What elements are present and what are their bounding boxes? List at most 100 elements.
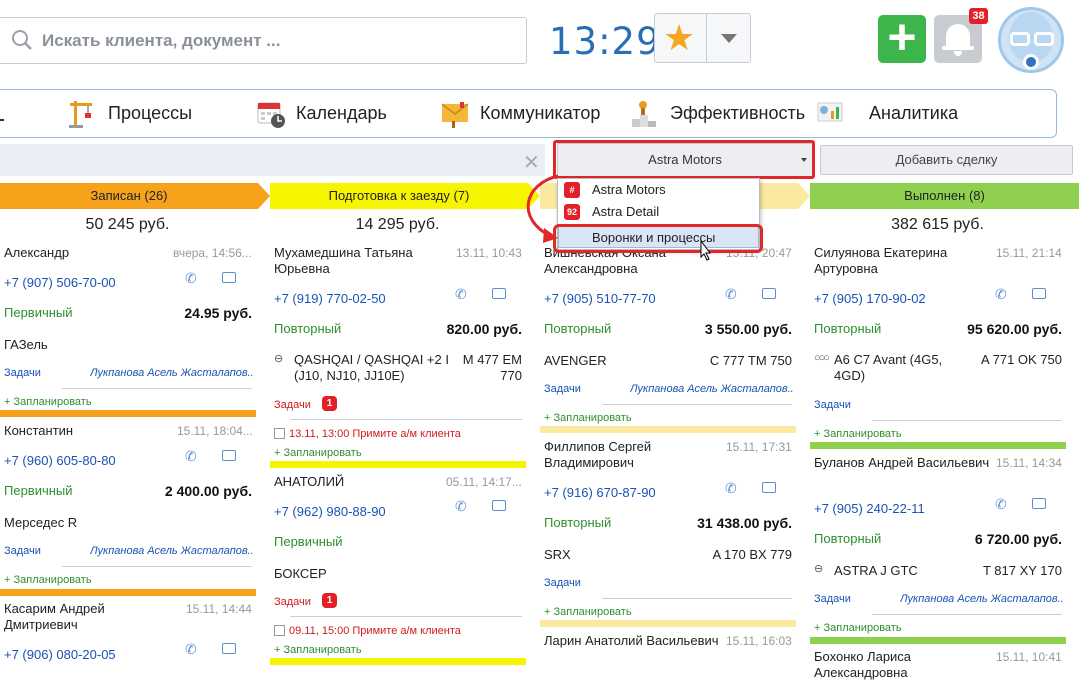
plan-link[interactable]: + Запланировать [274, 644, 362, 656]
tasks-link[interactable]: Задачи [4, 367, 41, 379]
phone-icon[interactable]: ✆ [185, 448, 197, 465]
tasks-link[interactable]: Задачи [544, 383, 581, 395]
nav-item-communicator[interactable]: Коммуникатор [440, 90, 600, 137]
chevron-down-icon[interactable] [721, 34, 737, 43]
stage-header: Выполнен (8) [810, 183, 1079, 209]
divider [602, 404, 792, 405]
deal-time: вчера, 14:56... [173, 246, 252, 260]
plan-link[interactable]: + Запланировать [274, 447, 362, 459]
menu-item-astra-motors[interactable]: # Astra Motors [558, 179, 759, 201]
client-phone[interactable]: +7 (960) 605-80-80 [4, 453, 116, 468]
nav-label: Аналитика [869, 103, 959, 123]
tasks-link[interactable]: Задачи [274, 596, 311, 608]
nav-item-analytics[interactable]: Аналитика [816, 90, 958, 137]
tasks-link[interactable]: Задачи [274, 399, 311, 411]
phone-icon[interactable]: ✆ [725, 480, 737, 497]
client-name[interactable]: Ларин Анатолий Васильевич [544, 633, 724, 649]
message-icon[interactable] [492, 500, 506, 511]
client-name[interactable]: Филлипов Сергей Владимирович [544, 439, 724, 471]
phone-icon[interactable]: ✆ [455, 498, 467, 515]
client-name[interactable]: Силуянова Екатерина Артуровна [814, 245, 994, 277]
client-phone[interactable]: +7 (907) 506-70-00 [4, 275, 116, 290]
message-icon[interactable] [222, 450, 236, 461]
car-model: SRX [544, 547, 571, 562]
envelope-icon [441, 101, 469, 128]
phone-icon[interactable]: ✆ [455, 286, 467, 303]
client-phone[interactable]: +7 (905) 170-90-02 [814, 291, 926, 306]
plan-link[interactable]: + Запланировать [4, 396, 92, 408]
notifications-badge: 38 [969, 8, 988, 24]
add-deal-button[interactable]: Добавить сделку [820, 145, 1073, 175]
nav-label: Эффективность [670, 103, 806, 123]
nav-item-processes[interactable]: Процессы [68, 90, 192, 137]
client-phone[interactable]: +7 (905) 240-22-11 [814, 501, 925, 516]
message-icon[interactable] [1032, 498, 1046, 509]
client-phone[interactable]: +7 (906) 080-20-05 [4, 647, 116, 662]
tasks-link[interactable]: Задачи [544, 577, 581, 589]
crane-icon [69, 100, 92, 128]
message-icon[interactable] [492, 288, 506, 299]
plan-link[interactable]: + Запланировать [4, 574, 92, 586]
task-text[interactable]: 13.11, 13:00 Примите а/м клиента [289, 428, 461, 440]
message-icon[interactable] [1032, 288, 1046, 299]
message-icon[interactable] [762, 482, 776, 493]
favorites-button[interactable]: ★ [654, 13, 751, 63]
message-icon[interactable] [222, 272, 236, 283]
client-name[interactable]: Александр [4, 245, 69, 261]
client-name[interactable]: Константин [4, 423, 73, 439]
stage-header: Записан (26) [0, 183, 258, 209]
client-phone[interactable]: +7 (962) 980-88-90 [274, 504, 386, 519]
add-button[interactable]: + [878, 12, 926, 63]
star-icon: ★ [663, 17, 696, 58]
deal-price: 95 620.00 руб. [967, 321, 1062, 337]
plan-link[interactable]: + Запланировать [814, 428, 902, 440]
plan-link[interactable]: + Запланировать [544, 412, 632, 424]
client-name[interactable]: Буланов Андрей Васильевич [814, 455, 994, 471]
client-phone[interactable]: +7 (919) 770-02-50 [274, 291, 386, 306]
deal-time: 15.11, 14:34 [996, 456, 1062, 470]
menu-item-label: Astra Motors [592, 182, 666, 197]
phone-icon[interactable]: ✆ [185, 641, 197, 658]
responsible[interactable]: Лукпанова Асель Жасталапов... [900, 593, 1063, 605]
plan-link[interactable]: + Запланировать [544, 606, 632, 618]
deal-price: 2 400.00 руб. [164, 483, 252, 499]
phone-icon[interactable]: ✆ [995, 496, 1007, 513]
message-icon[interactable] [762, 288, 776, 299]
plan-link[interactable]: + Запланировать [814, 622, 902, 634]
phone-icon[interactable]: ✆ [185, 270, 197, 287]
search-icon [12, 30, 32, 50]
responsible[interactable]: Лукпанова Асель Жасталапов... [630, 383, 793, 395]
nav-label: Календарь [296, 103, 387, 123]
responsible[interactable]: Лукпанова Асель Жасталапов... [90, 545, 253, 557]
client-phone[interactable]: +7 (916) 670-87-90 [544, 485, 656, 500]
task-checkbox[interactable] [274, 428, 285, 439]
deal-time: 15.11, 10:41 [996, 650, 1062, 664]
car-model: A6 C7 Avant (4G5, 4GD) [834, 352, 943, 383]
phone-icon[interactable]: ✆ [725, 286, 737, 303]
tasks-link[interactable]: Задачи [814, 593, 851, 605]
phone-icon[interactable]: ✆ [995, 286, 1007, 303]
card-separator [0, 589, 256, 596]
clock: 13:29 [549, 20, 661, 63]
client-name[interactable]: Мухамедшина Татьяна Юрьевна [274, 245, 454, 277]
nav-item-efficiency[interactable]: Эффективность [630, 90, 805, 137]
search-input[interactable]: Искать клиента, документ ... [0, 17, 527, 64]
client-name[interactable]: АНАТОЛИЙ [274, 474, 344, 490]
tasks-link[interactable]: Задачи [814, 399, 851, 411]
client-name[interactable]: Касарим Андрей Дмитриевич [4, 601, 144, 633]
card-separator [270, 658, 526, 665]
tasks-link[interactable]: Задачи [4, 545, 41, 557]
avatar[interactable] [998, 7, 1064, 73]
message-icon[interactable] [222, 643, 236, 654]
menu-item-astra-detail[interactable]: 92 Astra Detail [558, 201, 759, 223]
client-name[interactable]: Бохонко Лариса Александровна [814, 649, 994, 681]
stage-header: Подготовка к заезду (7) [270, 183, 528, 209]
task-text[interactable]: 09.11, 15:00 Примите а/м клиента [289, 625, 461, 637]
responsible[interactable]: Лукпанова Асель Жасталапов... [90, 367, 253, 379]
car-model: БОКСЕР [274, 566, 327, 581]
nav-item-calendar[interactable]: Календарь [256, 90, 387, 137]
task-checkbox[interactable] [274, 625, 285, 636]
car-model: ГАЗель [4, 337, 48, 352]
nav-item-truncated[interactable] [0, 90, 4, 137]
client-phone[interactable]: +7 (905) 510-77-70 [544, 291, 656, 306]
